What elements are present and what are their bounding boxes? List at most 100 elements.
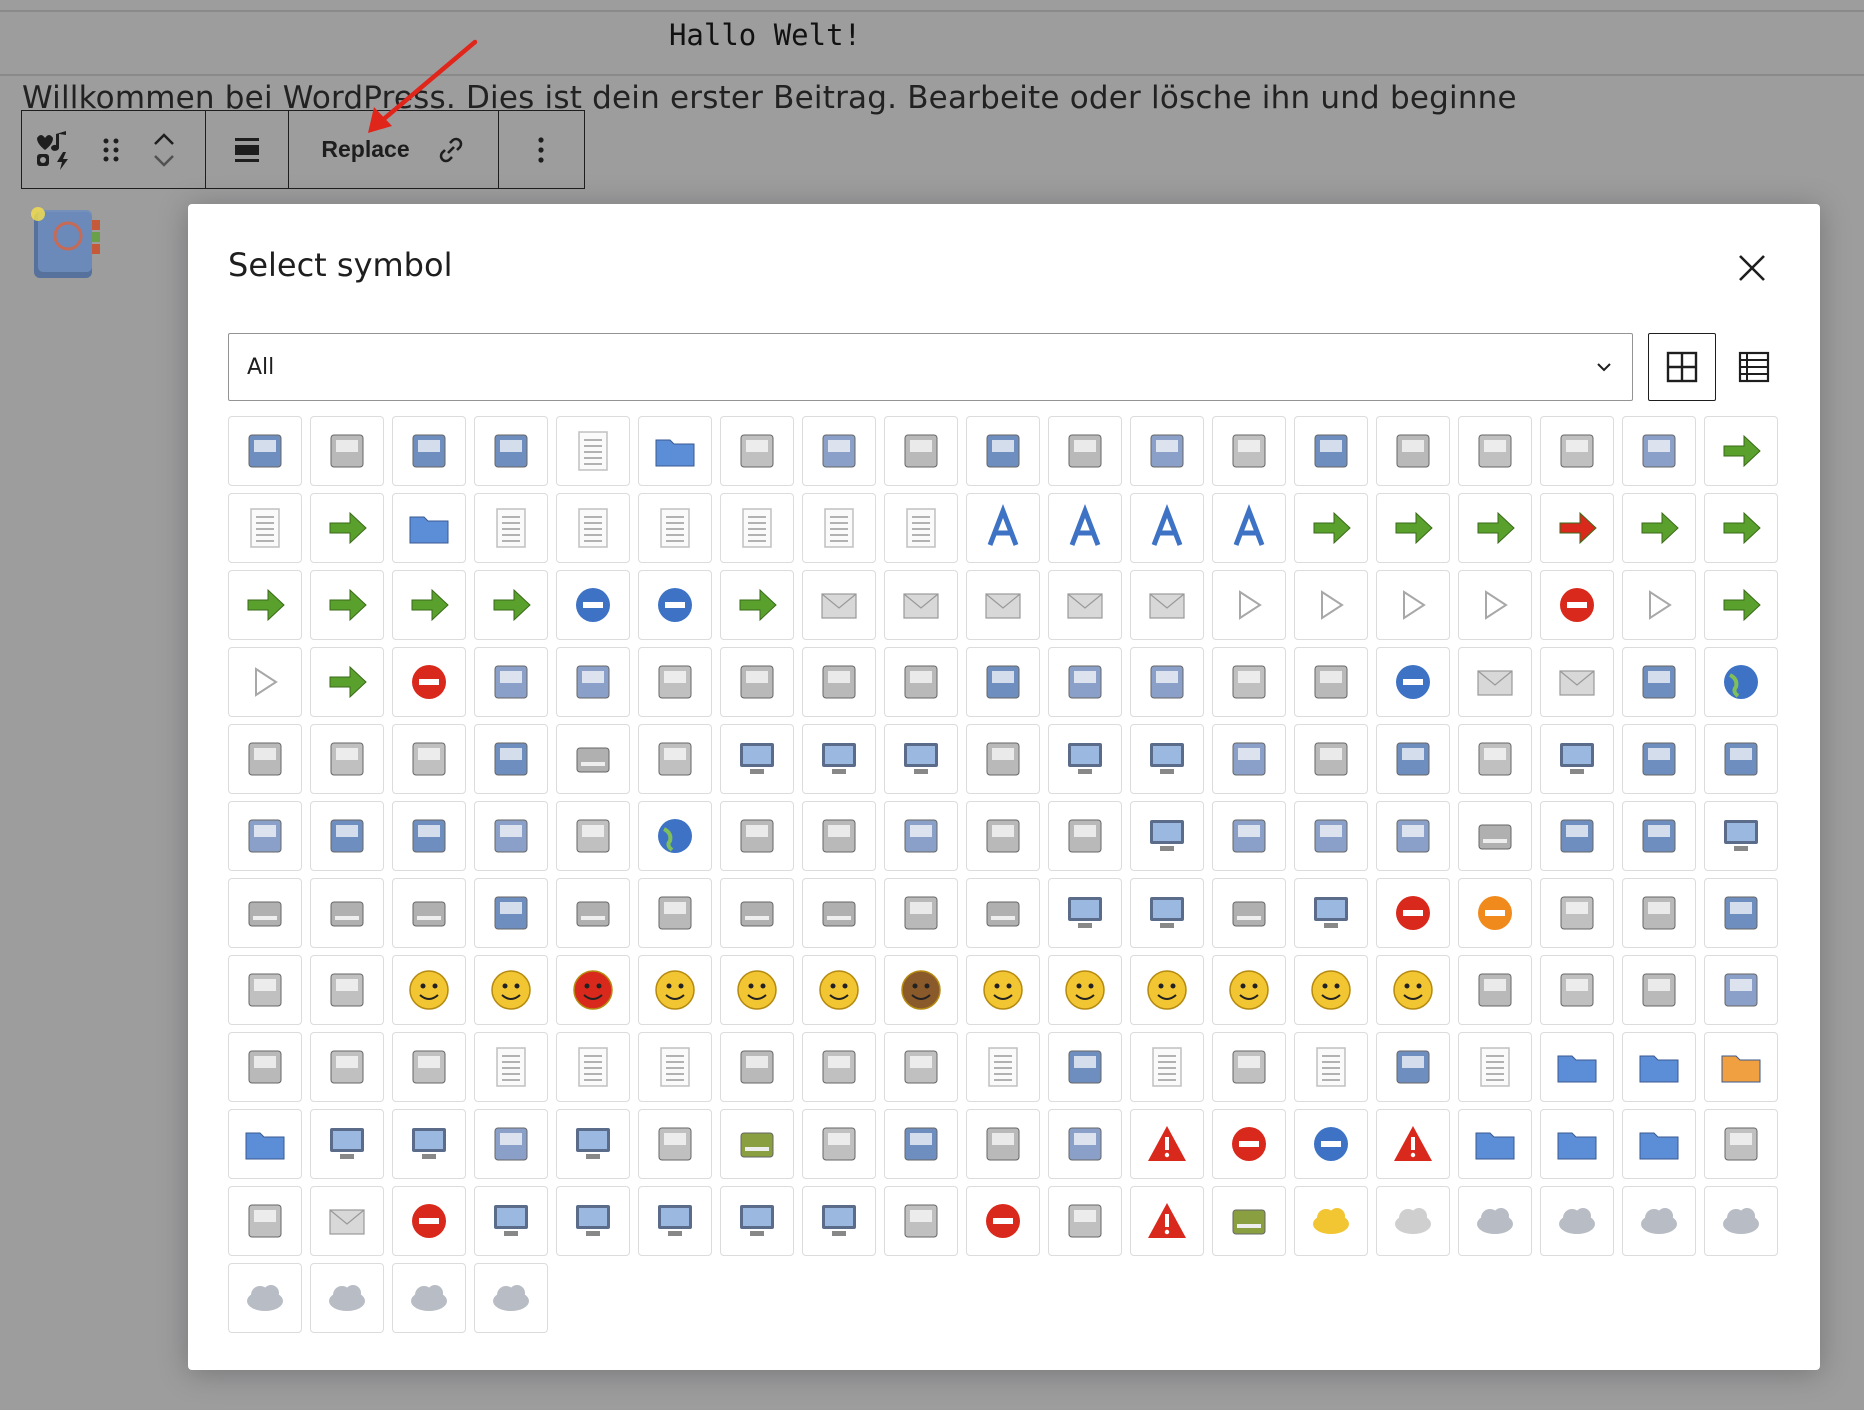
symbol-x-office-drawing-template[interactable]	[1130, 1032, 1204, 1102]
symbol-document-export[interactable]	[1048, 416, 1122, 486]
symbol-format-text-bold[interactable]	[966, 493, 1040, 563]
symbol-edit-find-replace[interactable]	[1540, 416, 1614, 486]
symbol-document-print-preview[interactable]	[802, 416, 876, 486]
symbol-address-book[interactable]	[228, 416, 302, 486]
symbol-go-next[interactable]	[228, 570, 302, 640]
symbol-weather-showers-scattered[interactable]	[310, 1263, 384, 1333]
symbol-folder-remote[interactable]	[1622, 1032, 1696, 1102]
symbol-list-add[interactable]	[556, 570, 630, 640]
symbol-preferences-session[interactable]	[966, 724, 1040, 794]
symbol-text-x-script[interactable]	[638, 1032, 712, 1102]
symbol-x-office-document-template[interactable]	[966, 1032, 1040, 1102]
symbol-preferences-assistive[interactable]	[392, 724, 466, 794]
symbol-internet-news-reader[interactable]	[1622, 647, 1696, 717]
symbol-preferences-theme[interactable]	[638, 724, 712, 794]
symbol-weather-clear-night[interactable]	[1376, 1186, 1450, 1256]
symbol-media-skip-backward[interactable]	[228, 647, 302, 717]
symbol-face-sad[interactable]	[1048, 955, 1122, 1025]
symbol-x-office-spreadsheet-template[interactable]	[1458, 1032, 1532, 1102]
symbol-network-wired[interactable]	[1048, 878, 1122, 948]
symbol-utilities-terminal[interactable]	[228, 801, 302, 871]
symbol-preferences-windows[interactable]	[1294, 724, 1368, 794]
symbol-video-display[interactable]	[1294, 878, 1368, 948]
symbol-security-high[interactable]	[884, 1186, 958, 1256]
symbol-face-smile-big[interactable]	[1130, 955, 1204, 1025]
symbol-preferences-keyboard-shortcuts[interactable]	[556, 724, 630, 794]
symbol-media-skip-forward[interactable]	[310, 647, 384, 717]
symbol-image-loading[interactable]	[1704, 1109, 1778, 1179]
symbol-media-playback-start[interactable]	[1376, 570, 1450, 640]
symbol-view-refresh[interactable]	[966, 647, 1040, 717]
symbol-text-x-generic-template[interactable]	[556, 1032, 630, 1102]
symbol-input-keyboard[interactable]	[556, 878, 630, 948]
symbol-preferences-desktop-peripherals[interactable]	[1130, 801, 1204, 871]
symbol-accessories-calculator[interactable]	[1130, 647, 1204, 717]
symbol-x-office-document[interactable]	[1540, 955, 1614, 1025]
symbol-edit-select-all[interactable]	[228, 493, 302, 563]
symbol-document-save[interactable]	[720, 416, 794, 486]
symbol-mail-message-new[interactable]	[884, 570, 958, 640]
symbol-applications-office[interactable]	[802, 801, 876, 871]
symbol-edit-undo[interactable]	[310, 493, 384, 563]
symbol-printer-error[interactable]	[966, 1186, 1040, 1256]
symbol-user-trash-full[interactable]	[1212, 1186, 1286, 1256]
symbol-accessories-text-editor[interactable]	[1294, 647, 1368, 717]
symbol-preferences-screensaver[interactable]	[884, 724, 958, 794]
symbol-go-down[interactable]	[1376, 493, 1450, 563]
symbol-go-first[interactable]	[1458, 493, 1532, 563]
symbol-system-file-manager[interactable]	[1048, 801, 1122, 871]
symbol-audio-card[interactable]	[1294, 801, 1368, 871]
symbol-text-x-generic[interactable]	[474, 1032, 548, 1102]
symbol-format-text-underline[interactable]	[1212, 493, 1286, 563]
symbol-preferences-network[interactable]	[802, 724, 876, 794]
symbol-software-update-urgent[interactable]	[1130, 1186, 1204, 1256]
symbol-audio-input-microphone[interactable]	[1376, 801, 1450, 871]
symbol-font-x-generic[interactable]	[1704, 955, 1778, 1025]
symbol-system-shutdown[interactable]	[720, 647, 794, 717]
symbol-edit-clear[interactable]	[1130, 416, 1204, 486]
symbol-edit-delete[interactable]	[1376, 416, 1450, 486]
symbol-emblem-readonly[interactable]	[1622, 878, 1696, 948]
symbol-network-error[interactable]	[392, 1186, 466, 1256]
symbol-x-office-presentation[interactable]	[1212, 1032, 1286, 1102]
symbol-internet-web-browser[interactable]	[1704, 647, 1778, 717]
symbol-media-optical[interactable]	[1458, 724, 1532, 794]
symbol-dialog-important[interactable]	[1458, 878, 1532, 948]
symbol-file-cabinet[interactable]	[1376, 724, 1450, 794]
symbol-system-search[interactable]	[638, 647, 712, 717]
symbol-list-remove[interactable]	[638, 570, 712, 640]
symbol-face-monkey[interactable]	[884, 955, 958, 1025]
symbol-media-record[interactable]	[1540, 570, 1614, 640]
symbol-text-html[interactable]	[392, 1032, 466, 1102]
symbol-format-justify-left[interactable]	[802, 493, 876, 563]
symbol-go-top[interactable]	[392, 570, 466, 640]
symbol-face-glasses[interactable]	[638, 955, 712, 1025]
symbol-applications-games[interactable]	[474, 801, 548, 871]
symbol-format-indent-more[interactable]	[556, 493, 630, 563]
symbol-applications-accessories[interactable]	[310, 801, 384, 871]
symbol-preferences-server[interactable]	[1212, 724, 1286, 794]
symbol-weather-clear[interactable]	[1294, 1186, 1368, 1256]
symbol-application-certificate[interactable]	[1458, 955, 1532, 1025]
symbol-video-x-generic[interactable]	[720, 1032, 794, 1102]
symbol-mail-send-receive[interactable]	[1130, 570, 1204, 640]
symbol-dialog-error[interactable]	[1212, 1109, 1286, 1179]
symbol-folder-open-2[interactable]	[1540, 1109, 1614, 1179]
symbol-mail-forward[interactable]	[720, 570, 794, 640]
symbol-preferences-display[interactable]	[1048, 724, 1122, 794]
symbol-x-office-spreadsheet[interactable]	[1376, 1032, 1450, 1102]
close-icon[interactable]	[1732, 248, 1772, 288]
symbol-network-receive[interactable]	[638, 1186, 712, 1256]
symbol-user-home[interactable]	[638, 1109, 712, 1179]
symbol-format-justify-right[interactable]	[884, 493, 958, 563]
symbol-preferences-remote-desktop[interactable]	[720, 724, 794, 794]
symbol-applications-utilities[interactable]	[1212, 801, 1286, 871]
symbol-system-users[interactable]	[1622, 724, 1696, 794]
symbol-mail-attachment[interactable]	[310, 1186, 384, 1256]
symbol-emblem-unreadable[interactable]	[310, 955, 384, 1025]
symbol-image-x-generic[interactable]	[228, 1032, 302, 1102]
symbol-audio-volume-high[interactable]	[802, 1109, 876, 1179]
symbol-system-lock-screen[interactable]	[474, 647, 548, 717]
symbol-internet-group-chat[interactable]	[1458, 647, 1532, 717]
symbol-input-mouse[interactable]	[638, 878, 712, 948]
